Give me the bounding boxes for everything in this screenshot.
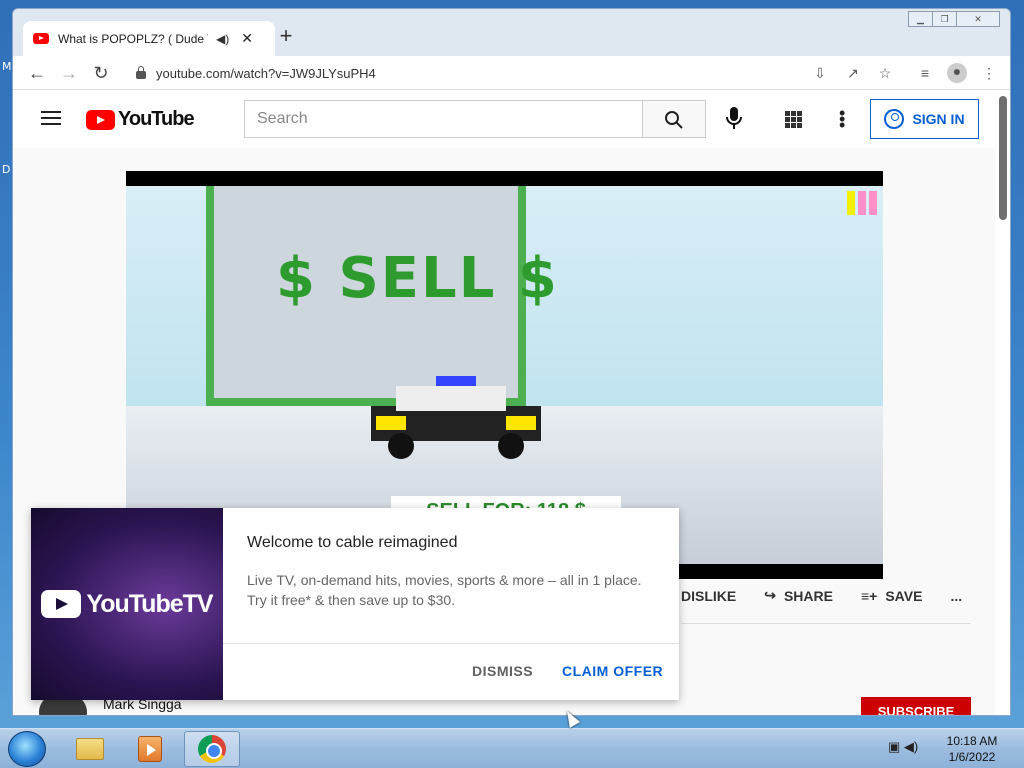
browser-toolbar: ← → ↻ youtube.com/watch?v=JW9JLYsuPH4 ⇩ … bbox=[13, 56, 1010, 90]
desktop-label-1: M bbox=[2, 60, 12, 73]
close-tab-icon[interactable]: ✕ bbox=[241, 30, 253, 47]
chrome-icon bbox=[198, 735, 226, 763]
window-close-button[interactable]: ✕ bbox=[956, 11, 1000, 27]
more-actions-button[interactable]: ... bbox=[950, 588, 962, 604]
dismiss-button[interactable]: DISMISS bbox=[472, 663, 533, 679]
save-button[interactable]: ≡+ SAVE bbox=[861, 588, 922, 604]
search-icon bbox=[665, 111, 683, 129]
youtube-play-icon bbox=[86, 109, 115, 130]
browser-window: What is POPOPLZ? ( Dude Th ◀) ✕ + ▁ ❐ ✕ … bbox=[12, 8, 1011, 716]
promo-title: Welcome to cable reimagined bbox=[247, 534, 458, 551]
search-input[interactable]: Search bbox=[244, 100, 642, 138]
bookmark-star-icon[interactable]: ☆ bbox=[875, 65, 895, 82]
police-car-image bbox=[371, 376, 541, 459]
tab-strip: What is POPOPLZ? ( Dude Th ◀) ✕ + ▁ ❐ ✕ bbox=[13, 9, 1010, 56]
reload-icon[interactable]: ↻ bbox=[89, 61, 113, 85]
subscribe-button[interactable]: SUBSCRIBE bbox=[861, 697, 971, 715]
account-icon bbox=[884, 109, 905, 129]
youtube-tv-banner: YouTubeTV bbox=[31, 508, 223, 700]
taskbar: ▣ ◀) 10:18 AM 1/6/2022 bbox=[0, 728, 1024, 768]
video-hud bbox=[847, 191, 877, 215]
youtube-tv-promo-dialog: YouTubeTV Welcome to cable reimagined Li… bbox=[31, 508, 679, 700]
youtube-logo-text: YouTube bbox=[118, 108, 195, 130]
taskbar-clock[interactable]: 10:18 AM 1/6/2022 bbox=[940, 733, 1004, 765]
apps-grid-icon[interactable] bbox=[785, 111, 802, 128]
dislike-button[interactable]: DISLIKE bbox=[681, 588, 736, 604]
sign-in-label: SIGN IN bbox=[912, 111, 965, 127]
lock-icon bbox=[136, 66, 146, 79]
network-icon[interactable]: ▣ bbox=[888, 739, 900, 754]
media-player-icon bbox=[138, 736, 162, 762]
save-label: SAVE bbox=[885, 587, 923, 604]
search-button[interactable] bbox=[642, 100, 706, 138]
start-button[interactable] bbox=[8, 731, 46, 767]
page-scrollbar[interactable] bbox=[995, 90, 1010, 715]
url-text[interactable]: youtube.com/watch?v=JW9JLYsuPH4 bbox=[156, 66, 376, 81]
folder-icon bbox=[76, 738, 104, 760]
add-playlist-icon: ≡+ bbox=[860, 587, 878, 604]
promo-body-line-2: Try it free* & then save up to $30. bbox=[247, 592, 456, 608]
youtube-tv-play-icon bbox=[41, 590, 82, 618]
restore-button[interactable]: ❐ bbox=[932, 11, 957, 27]
actions-divider bbox=[681, 623, 971, 624]
share-page-icon[interactable]: ↗ bbox=[843, 65, 863, 82]
share-arrow-icon: ↪ bbox=[764, 587, 776, 603]
browser-tab[interactable]: What is POPOPLZ? ( Dude Th ◀) ✕ bbox=[23, 21, 275, 56]
promo-body: Live TV, on-demand hits, movies, sports … bbox=[247, 570, 657, 610]
share-label: SHARE bbox=[783, 587, 833, 604]
media-queue-icon[interactable]: ≡ bbox=[915, 65, 935, 81]
microphone-icon[interactable] bbox=[723, 106, 745, 130]
clock-date: 1/6/2022 bbox=[948, 750, 996, 764]
minimize-button[interactable]: ▁ bbox=[908, 11, 933, 27]
taskbar-chrome[interactable] bbox=[184, 731, 240, 767]
sign-in-button[interactable]: SIGN IN bbox=[870, 99, 979, 139]
volume-icon[interactable]: ◀) bbox=[904, 739, 918, 754]
youtube-header: YouTube Search • • • SIGN IN bbox=[13, 90, 997, 148]
forward-arrow-icon[interactable]: → bbox=[57, 61, 81, 85]
install-icon[interactable]: ⇩ bbox=[810, 65, 830, 82]
system-tray: ▣ ◀) bbox=[888, 739, 918, 755]
clock-time: 10:18 AM bbox=[946, 734, 998, 748]
dislike-label: DISLIKE bbox=[681, 587, 737, 604]
menu-icon[interactable] bbox=[41, 111, 61, 125]
address-bar[interactable]: youtube.com/watch?v=JW9JLYsuPH4 bbox=[123, 59, 928, 87]
settings-more-icon[interactable]: • • • bbox=[839, 104, 845, 134]
scrollbar-thumb[interactable] bbox=[999, 96, 1007, 220]
promo-body-line-1: Live TV, on-demand hits, movies, sports … bbox=[247, 572, 642, 588]
youtube-page: YouTube Search • • • SIGN IN $ SELL $ DI… bbox=[13, 90, 997, 715]
youtube-favicon-icon bbox=[33, 33, 49, 44]
taskbar-media-player[interactable] bbox=[122, 731, 178, 767]
new-tab-button[interactable]: + bbox=[275, 25, 297, 47]
share-button[interactable]: ↪ SHARE bbox=[764, 587, 833, 604]
window-controls: ▁ ❐ ✕ bbox=[908, 11, 1000, 27]
promo-divider bbox=[223, 643, 679, 644]
browser-menu-icon[interactable]: ⋮ bbox=[979, 65, 999, 82]
desktop-label-2: D bbox=[2, 163, 11, 176]
taskbar-file-explorer[interactable] bbox=[62, 731, 118, 767]
profile-icon[interactable]: ● bbox=[947, 63, 967, 83]
video-sign-text: $ SELL $ bbox=[276, 246, 559, 311]
tab-title: What is POPOPLZ? ( Dude Th bbox=[58, 31, 208, 46]
claim-offer-button[interactable]: CLAIM OFFER bbox=[562, 663, 663, 679]
back-arrow-icon[interactable]: ← bbox=[25, 61, 49, 85]
youtube-logo[interactable]: YouTube bbox=[86, 108, 195, 131]
youtube-tv-logo: YouTubeTV bbox=[86, 589, 213, 618]
speaker-icon[interactable]: ◀) bbox=[216, 32, 229, 46]
video-actions: DISLIKE ↪ SHARE ≡+ SAVE ... bbox=[681, 587, 962, 604]
